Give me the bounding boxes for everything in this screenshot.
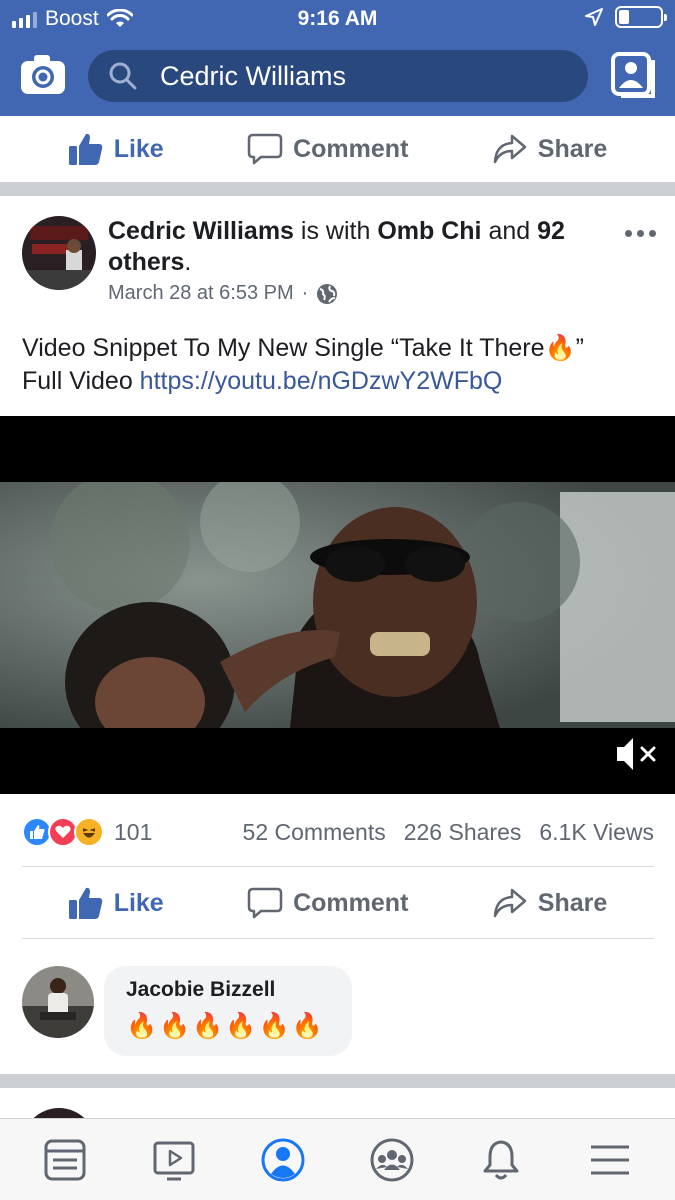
comment-icon <box>247 887 283 919</box>
stats-right: 52 Comments 226 Shares 6.1K Views <box>243 819 654 846</box>
actions-divider <box>22 938 654 939</box>
post-actions: Like Comment Share <box>0 868 675 938</box>
post-body: Video Snippet To My New Single “Take It … <box>22 332 652 398</box>
post-stats: 101 52 Comments 226 Shares 6.1K Views <box>22 812 654 852</box>
and-text: and <box>488 217 531 245</box>
commenter-avatar[interactable] <box>22 966 94 1038</box>
profile-icon <box>261 1138 305 1181</box>
search-input[interactable]: Cedric Williams <box>160 61 346 92</box>
previous-post-actions: Like Comment Share <box>0 116 675 182</box>
link-prefix: Full Video <box>22 367 133 395</box>
battery-icon <box>615 6 667 28</box>
comment-label: Comment <box>293 134 409 163</box>
comment-bubble[interactable]: Jacobie Bizzell 🔥🔥🔥🔥🔥🔥 <box>104 966 352 1056</box>
with-text: is with <box>300 217 371 245</box>
video-frame <box>0 482 675 728</box>
video-player[interactable] <box>0 416 675 794</box>
more-options-icon[interactable] <box>625 230 656 237</box>
search-icon <box>109 62 137 90</box>
thumbs-up-icon <box>68 133 102 165</box>
post-text-line: Video Snippet To My New Single “Take It … <box>22 334 584 362</box>
status-time: 9:16 AM <box>297 7 378 30</box>
status-bar: Boost 9:16 AM <box>0 0 675 38</box>
author-name[interactable]: Cedric Williams <box>108 217 294 245</box>
like-button[interactable]: Like <box>68 886 164 920</box>
like-label: Like <box>113 134 164 163</box>
notifications-icon <box>483 1140 519 1179</box>
post-timestamp[interactable]: March 28 at 6:53 PM · <box>108 282 338 305</box>
tab-news-feed[interactable] <box>39 1134 91 1186</box>
share-label: Share <box>537 134 608 163</box>
comments-count[interactable]: 52 Comments <box>243 819 386 846</box>
globe-icon <box>317 283 338 304</box>
comment-label: Comment <box>293 888 409 917</box>
tab-notifications[interactable] <box>475 1134 527 1186</box>
camera-icon[interactable] <box>20 54 66 96</box>
youtube-link[interactable]: https://youtu.be/nGDzwY2WFbQ <box>140 367 503 395</box>
news-feed-icon <box>44 1139 86 1180</box>
tagged-name[interactable]: Omb Chi <box>377 217 481 245</box>
comment-button[interactable]: Comment <box>247 886 408 920</box>
top-header: Boost 9:16 AM Cedric Williams <box>0 0 675 116</box>
comment-icon <box>247 133 283 165</box>
like-button[interactable]: Like <box>68 132 164 166</box>
status-right <box>585 6 667 28</box>
comment-author[interactable]: Jacobie Bizzell <box>126 978 330 1002</box>
thumbs-up-icon <box>68 887 102 919</box>
like-label: Like <box>113 888 164 917</box>
tab-groups[interactable] <box>366 1134 418 1186</box>
separator-dot: · <box>301 282 309 304</box>
share-button[interactable]: Share <box>492 886 607 920</box>
share-label: Share <box>537 888 608 917</box>
watch-icon <box>153 1141 195 1180</box>
menu-icon <box>591 1145 630 1174</box>
groups-icon <box>370 1138 414 1181</box>
share-icon <box>493 888 527 918</box>
reaction-count: 101 <box>114 818 153 845</box>
views-count[interactable]: 6.1K Views <box>539 819 654 846</box>
feed-divider <box>0 1074 675 1088</box>
muted-volume-icon[interactable] <box>615 734 659 774</box>
reactions-summary[interactable]: 101 <box>22 817 152 847</box>
tab-profile[interactable] <box>257 1134 309 1186</box>
post-author-line: Cedric Williams is with Omb Chi and 92 o… <box>108 216 598 278</box>
video-still <box>0 482 675 728</box>
share-button[interactable]: Share <box>492 132 607 166</box>
shares-count[interactable]: 226 Shares <box>404 819 522 846</box>
comment-button[interactable]: Comment <box>247 132 408 166</box>
period: . <box>184 248 192 276</box>
profile-card-icon[interactable] <box>611 52 655 98</box>
bottom-tab-bar <box>0 1118 675 1200</box>
search-bar[interactable]: Cedric Williams <box>88 50 588 102</box>
tab-menu[interactable] <box>584 1134 636 1186</box>
haha-reaction-icon <box>74 817 104 847</box>
comment-text: 🔥🔥🔥🔥🔥🔥 <box>126 1012 325 1040</box>
timestamp-text: March 28 at 6:53 PM <box>108 282 294 304</box>
share-icon <box>493 134 527 164</box>
tab-watch[interactable] <box>148 1134 200 1186</box>
post-link-line: Full Video https://youtu.be/nGDzwY2WFbQ <box>22 365 652 398</box>
avatar-image <box>22 216 96 290</box>
feed-divider <box>0 182 675 196</box>
location-arrow-icon <box>585 8 603 26</box>
author-avatar[interactable] <box>22 216 96 290</box>
stats-divider <box>22 866 654 867</box>
commenter-avatar-image <box>22 966 94 1038</box>
